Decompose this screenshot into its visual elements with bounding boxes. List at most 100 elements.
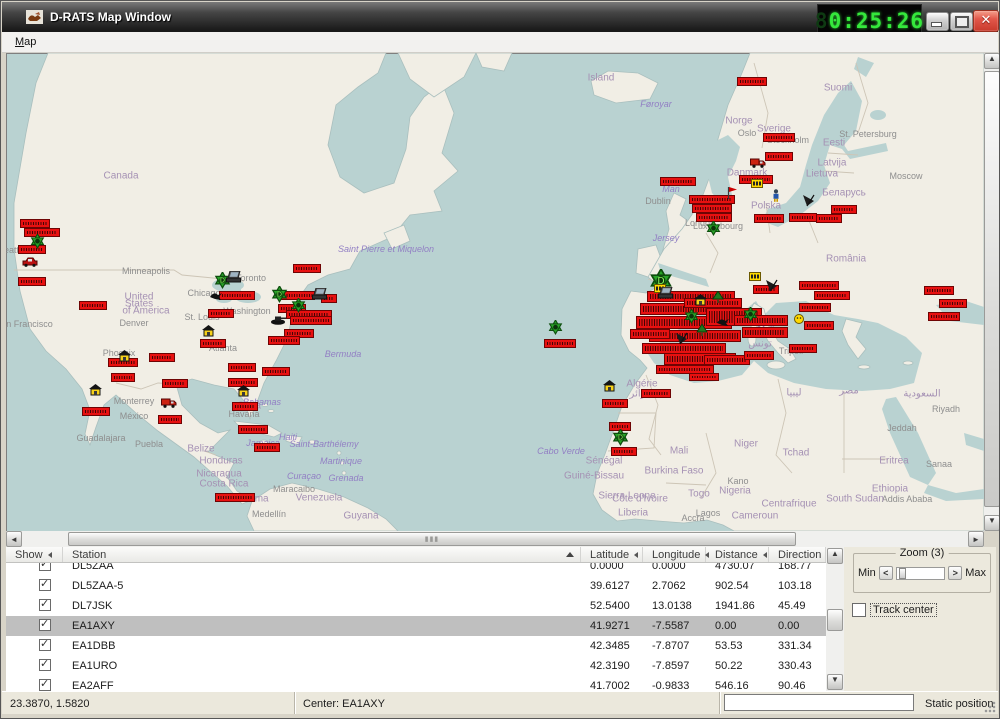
laptop-icon[interactable] — [658, 287, 673, 300]
tps-icon[interactable] — [751, 179, 763, 188]
truck-icon[interactable] — [750, 157, 766, 168]
zoom-slider[interactable] — [896, 567, 945, 580]
zoom-in-button[interactable]: > — [948, 566, 962, 580]
station-label-marker[interactable] — [20, 219, 50, 228]
station-label-marker[interactable] — [149, 353, 175, 362]
station-label-marker[interactable] — [268, 336, 300, 345]
station-label-marker[interactable] — [765, 152, 793, 161]
table-row[interactable]: DL5ZAA0.00000.00004730.07168.77 — [6, 563, 826, 576]
table-vscroll-thumb[interactable] — [827, 609, 843, 631]
station-label-marker[interactable] — [158, 415, 182, 424]
tree-icon[interactable] — [696, 324, 708, 337]
tree-icon[interactable] — [712, 291, 724, 304]
dish-icon[interactable] — [764, 279, 779, 292]
scroll-up-icon[interactable]: ▲ — [827, 548, 843, 564]
station-label-marker[interactable] — [18, 277, 46, 286]
station-label-marker[interactable] — [799, 303, 831, 312]
table-row[interactable]: EA1AXY41.9271-7.55870.000.00 — [6, 616, 826, 636]
zoom-slider-thumb[interactable] — [899, 568, 906, 579]
station-label-marker[interactable] — [254, 443, 280, 452]
car-icon[interactable] — [22, 257, 38, 267]
show-station-checkbox[interactable] — [39, 639, 51, 651]
station-label-marker[interactable] — [763, 133, 795, 142]
station-label-marker[interactable] — [928, 312, 960, 321]
scroll-up-icon[interactable]: ▲ — [984, 53, 1000, 69]
star-d-icon[interactable]: D — [612, 429, 629, 446]
station-label-marker[interactable] — [692, 204, 732, 213]
station-label-marker[interactable] — [111, 373, 135, 382]
house-icon[interactable] — [202, 325, 215, 337]
laptop-icon[interactable] — [312, 288, 327, 301]
show-station-checkbox[interactable] — [39, 579, 51, 591]
station-label-marker[interactable] — [293, 264, 321, 273]
truck-icon[interactable] — [161, 397, 177, 408]
star-d-icon[interactable]: D — [271, 286, 288, 303]
dish-icon[interactable] — [801, 194, 816, 207]
dish-icon[interactable] — [674, 332, 689, 345]
track-center-control[interactable]: Track center — [852, 603, 936, 617]
table-row[interactable]: DL5ZAA-539.61272.7062902.54103.18 — [6, 576, 826, 596]
station-table[interactable]: DL5ZAA0.00000.00004730.07168.77DL5ZAA-53… — [6, 563, 826, 691]
station-label-marker[interactable] — [939, 299, 967, 308]
column-header-station[interactable]: Station — [63, 547, 581, 562]
bird-icon[interactable] — [209, 291, 223, 301]
maximize-button[interactable] — [950, 12, 973, 31]
station-label-marker[interactable] — [630, 329, 670, 339]
station-label-marker[interactable] — [799, 281, 839, 290]
station-label-marker[interactable] — [737, 77, 767, 86]
scroll-right-icon[interactable]: ► — [968, 531, 984, 547]
map-vscroll-thumb[interactable] — [984, 71, 1000, 507]
table-row[interactable]: EA1DBB42.3485-7.870753.53331.34 — [6, 636, 826, 656]
show-station-checkbox[interactable] — [39, 659, 51, 671]
status-entry-field[interactable] — [724, 694, 914, 711]
station-label-marker[interactable] — [816, 214, 842, 223]
scroll-down-icon[interactable]: ▼ — [984, 515, 1000, 531]
house-icon[interactable] — [89, 384, 102, 396]
map-horizontal-scrollbar[interactable]: ◄ ▮▮▮ ► — [6, 531, 984, 547]
smiley-icon[interactable] — [794, 314, 804, 324]
station-label-marker[interactable] — [742, 327, 788, 338]
station-label-marker[interactable] — [544, 339, 576, 348]
menu-item-map[interactable]: Map — [2, 34, 44, 51]
station-label-marker[interactable] — [602, 399, 628, 408]
show-station-checkbox[interactable] — [39, 679, 51, 691]
station-label-marker[interactable] — [219, 291, 255, 300]
station-label-marker[interactable] — [789, 213, 817, 222]
laptop-icon[interactable] — [226, 271, 241, 284]
station-label-marker[interactable] — [208, 309, 234, 318]
scroll-left-icon[interactable]: ◄ — [6, 531, 22, 547]
tps-icon[interactable] — [749, 272, 761, 281]
star-icon[interactable] — [684, 309, 699, 324]
show-station-checkbox[interactable] — [39, 619, 51, 631]
track-center-checkbox[interactable] — [852, 603, 866, 617]
star-icon[interactable] — [548, 320, 563, 335]
station-label-marker[interactable] — [262, 367, 290, 376]
star-icon[interactable] — [743, 307, 758, 322]
station-label-marker[interactable] — [82, 407, 110, 416]
station-label-marker[interactable] — [744, 351, 774, 360]
map-canvas[interactable]: CanadaMinneapolisTorontoChicagoWashingto… — [6, 53, 984, 531]
show-station-checkbox[interactable] — [39, 563, 51, 571]
star-icon[interactable] — [30, 234, 45, 249]
house-icon[interactable] — [603, 380, 616, 392]
station-label-marker[interactable] — [641, 389, 671, 398]
station-label-marker[interactable] — [238, 425, 268, 434]
station-label-marker[interactable] — [831, 205, 857, 214]
station-label-marker[interactable] — [215, 493, 255, 502]
star-icon[interactable] — [291, 298, 306, 313]
station-label-marker[interactable] — [232, 402, 258, 411]
table-row[interactable]: EA2AFF41.7002-0.9833546.1690.46 — [6, 676, 826, 691]
station-label-marker[interactable] — [200, 339, 226, 348]
station-label-marker[interactable] — [660, 177, 696, 186]
minimize-button[interactable] — [926, 12, 949, 31]
flag-icon[interactable] — [727, 187, 737, 199]
map-hscroll-thumb[interactable]: ▮▮▮ — [68, 532, 796, 546]
column-header-distance[interactable]: Distance — [706, 547, 769, 562]
table-row[interactable]: EA1URO42.3190-7.859750.22330.43 — [6, 656, 826, 676]
column-header-longitude[interactable]: Longitude — [643, 547, 706, 562]
station-label-marker[interactable] — [689, 373, 719, 381]
scroll-down-icon[interactable]: ▼ — [827, 674, 843, 690]
station-label-marker[interactable] — [228, 363, 256, 372]
station-label-marker[interactable] — [290, 316, 332, 325]
column-header-latitude[interactable]: Latitude — [581, 547, 643, 562]
